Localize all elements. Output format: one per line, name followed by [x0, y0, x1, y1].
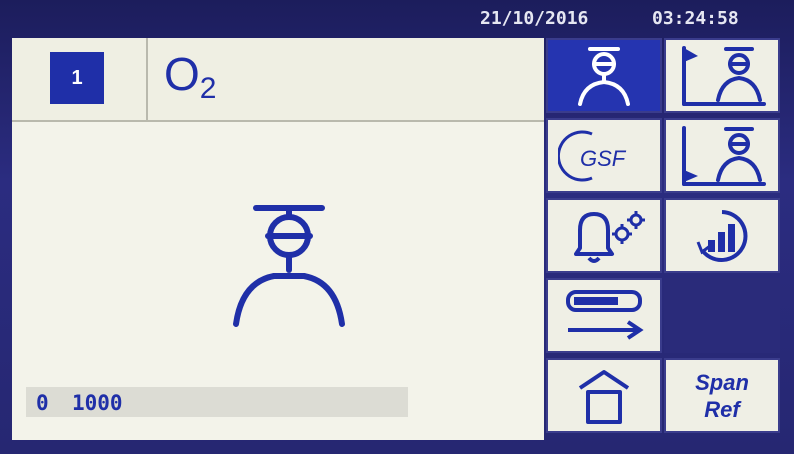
high-range-sensor-icon — [682, 45, 766, 106]
gsf-icon: GSF — [558, 130, 627, 181]
gas-name: O2 — [164, 48, 217, 105]
empty-slot — [664, 278, 780, 353]
high-calibration-button[interactable] — [664, 38, 780, 113]
low-calibration-button[interactable] — [664, 118, 780, 193]
channel-number: 1 — [71, 66, 83, 89]
sensor-mode-button[interactable] — [546, 38, 662, 113]
progress-arrow-icon — [566, 289, 644, 340]
alarm-settings-icon — [574, 210, 645, 263]
header-divider — [146, 38, 148, 120]
history-button[interactable] — [664, 198, 780, 273]
alarm-settings-button[interactable] — [546, 198, 662, 273]
channel-header: 1 O2 — [12, 38, 544, 122]
output-test-button[interactable] — [546, 278, 662, 353]
main-display: 0 1000 — [12, 122, 544, 440]
sensor-icon — [578, 46, 630, 106]
range-min: 0 — [36, 391, 49, 415]
span-ref-button[interactable]: Span Ref — [664, 358, 780, 433]
date-readout: 21/10/2016 — [480, 8, 589, 29]
history-icon — [696, 209, 748, 262]
svg-text:GSF: GSF — [580, 146, 627, 171]
gsf-button[interactable]: GSF — [546, 118, 662, 193]
channel-number-button[interactable]: 1 — [50, 52, 104, 104]
home-icon — [578, 369, 630, 424]
range-bar: 0 1000 — [26, 387, 408, 417]
span-ref-label: Span Ref — [695, 369, 749, 422]
range-max: 1000 — [72, 391, 123, 415]
sensor-icon — [233, 205, 345, 327]
home-button[interactable] — [546, 358, 662, 433]
time-readout: 03:24:58 — [652, 8, 739, 29]
status-bar: 21/10/2016 03:24:58 — [470, 6, 792, 32]
low-range-sensor-icon — [682, 125, 766, 186]
